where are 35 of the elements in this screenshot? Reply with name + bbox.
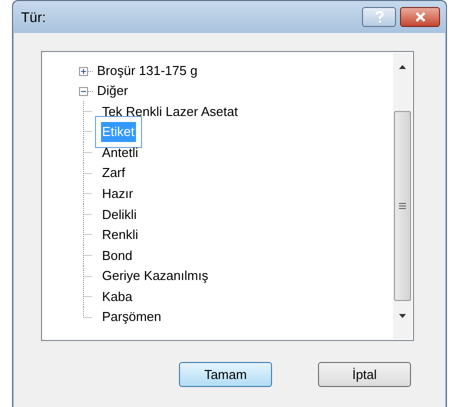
tree-item[interactable]: Diğer [96,81,130,101]
tree-connector [83,266,92,287]
close-icon [414,12,426,22]
tree-item[interactable]: Kaba [101,286,134,306]
tree-connector [83,100,92,122]
tree-connector [83,121,92,142]
tree-item[interactable]: Renkli [101,225,140,245]
collapse-icon[interactable] [79,86,94,96]
tree-connector [83,162,92,184]
tree-connector [83,183,92,204]
scrollbar[interactable] [393,53,412,339]
tree-item[interactable]: Delikli [101,204,138,224]
expand-icon[interactable] [79,66,94,76]
help-icon [374,11,384,23]
tree-item[interactable]: Zarf [101,163,126,183]
tree-connector [83,142,92,163]
tree-item[interactable]: Antetli [101,142,140,162]
dialog-button[interactable]: İptal [318,362,411,387]
tree-connector [83,244,92,266]
tree-item[interactable]: Geriye Kazanılmış [101,266,210,286]
grip-icon [399,203,406,209]
close-button[interactable] [400,7,440,27]
scroll-up-icon[interactable] [399,65,406,69]
tree-item[interactable]: Bond [101,246,134,266]
tree-item[interactable]: Hazır [101,184,134,204]
window-title: Tür: [21,8,46,26]
tree-item[interactable]: Broşür 131-175 g [96,61,198,81]
scroll-down-icon[interactable] [399,314,406,318]
tree-connector [83,224,92,246]
scroll-thumb[interactable] [394,111,411,301]
help-button[interactable] [362,7,396,27]
dialog-button[interactable]: Tamam [179,362,272,387]
tree-item[interactable]: Parşömen [101,307,162,327]
tree-item[interactable]: Tek Renkli Lazer Asetat [101,102,239,122]
tree-connector [83,204,92,225]
